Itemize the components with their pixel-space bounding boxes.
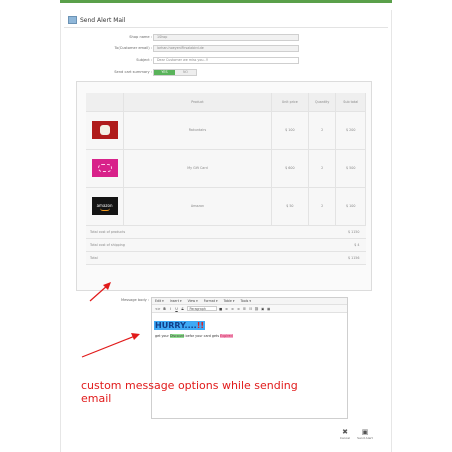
total-value: $ 1156: [335, 251, 366, 265]
underline-button[interactable]: U: [175, 307, 179, 311]
italic-button[interactable]: I: [169, 307, 173, 311]
menu-insert[interactable]: Insert ▾: [170, 299, 182, 303]
align-center-icon[interactable]: ≡: [231, 307, 235, 311]
image-icon[interactable]: ▣: [261, 307, 265, 311]
col-subtotal: Sub total: [335, 93, 366, 112]
bold-button[interactable]: B: [163, 307, 167, 311]
subject-field[interactable]: Dear Customer we miss you..!!: [153, 57, 299, 64]
save-icon: ▣: [361, 428, 369, 436]
send-alert-button[interactable]: ▣ Send Alert: [356, 428, 374, 443]
format-select[interactable]: Paragraph: [186, 306, 217, 311]
subtotal: $ 200: [335, 111, 366, 150]
table-row: My Gift Card $ 600 2 $ 500: [86, 149, 366, 188]
quantity: 2: [308, 111, 337, 150]
text-color-icon[interactable]: ■: [219, 307, 223, 311]
toggle-no[interactable]: NO: [175, 70, 196, 75]
link-icon[interactable]: ⛓: [255, 307, 259, 311]
align-right-icon[interactable]: ≡: [237, 307, 241, 311]
shop-name-label: Shop name :: [129, 35, 152, 39]
bullet-list-icon[interactable]: ☰: [243, 307, 247, 311]
total-row: Total cost of products $ 1150: [86, 225, 366, 239]
total-value: $ 1150: [335, 225, 366, 239]
annotation-arrow-right: [81, 333, 140, 358]
pink-gift-card-image: [91, 159, 118, 177]
menu-tools[interactable]: Tools ▾: [240, 299, 250, 303]
subtotal: $ 100: [335, 187, 366, 226]
total-label: Total cost of shipping: [86, 238, 336, 252]
subtotal: $ 500: [335, 149, 366, 188]
annotation-arrow-up: [89, 282, 111, 302]
editor-menubar: Edit ▾ Insert ▾ View ▾ Format ▾ Table ▾ …: [152, 298, 347, 305]
message-body-text: get your Discount befor your card gets E…: [155, 334, 233, 338]
menu-table[interactable]: Table ▾: [224, 299, 235, 303]
product-name: Amazon: [123, 187, 272, 226]
page-title: Send Alert Mail: [80, 16, 126, 24]
table-row: amazon Amazon $ 50 2 $ 100: [86, 187, 366, 226]
table-row: Rakuntairs $ 100 2 $ 200: [86, 111, 366, 150]
send-cart-summary-row: Send cart summary : YES NO: [60, 69, 380, 77]
numbered-list-icon[interactable]: ☷: [249, 307, 253, 311]
editor-toolbar: <> B I U S Paragraph ■ ≡ ≡ ≡ ☰ ☷ ⛓ ▣ ▦: [152, 305, 347, 313]
amazon-gift-card-image: amazon: [91, 197, 118, 215]
unit-price: $ 600: [271, 149, 309, 188]
cart-table: Product Unit price Quantity Sub total Ra…: [86, 93, 366, 265]
to-email-label: To(Customer email) :: [114, 46, 152, 50]
cancel-label: Cancel: [339, 436, 351, 440]
product-name: My Gift Card: [123, 149, 272, 188]
message-heading: HURRY....!!: [154, 321, 205, 330]
unit-price: $ 50: [271, 187, 309, 226]
unit-price: $ 100: [271, 111, 309, 150]
menu-edit[interactable]: Edit ▾: [155, 299, 164, 303]
product-name: Rakuntairs: [123, 111, 272, 150]
total-label: Total cost of products: [86, 225, 336, 239]
shop-name-field[interactable]: 1Shop: [153, 34, 299, 41]
close-icon: ✖: [342, 428, 348, 436]
quantity: 2: [308, 149, 337, 188]
subject-row: Subject : Dear Customer we miss you..!!: [60, 57, 380, 65]
annotation-callout: custom message options while sending ema…: [81, 379, 298, 405]
toggle-yes[interactable]: YES: [154, 70, 175, 75]
mail-icon: [68, 16, 77, 24]
total-row: Total $ 1156: [86, 251, 366, 265]
send-alert-label: Send Alert: [357, 436, 373, 440]
puppy-gift-card-image: [91, 121, 118, 139]
col-image: [86, 93, 125, 112]
col-product: Product: [123, 93, 272, 112]
menu-view[interactable]: View ▾: [188, 299, 198, 303]
send-cart-summary-toggle[interactable]: YES NO: [153, 69, 197, 76]
subject-label: Subject :: [136, 58, 152, 62]
to-email-field[interactable]: lorhan.hoeyenlFirsalabird.de: [153, 45, 299, 52]
total-value: $ 4: [335, 238, 366, 252]
col-quantity: Quantity: [308, 93, 337, 112]
top-accent-bar: [60, 0, 392, 3]
strikethrough-button[interactable]: S: [181, 307, 185, 311]
panel-header: Send Alert Mail: [68, 14, 125, 26]
shop-name-row: Shop name : 1Shop: [60, 34, 380, 42]
col-unit-price: Unit price: [271, 93, 309, 112]
quantity: 2: [308, 187, 337, 226]
to-email-row: To(Customer email) : lorhan.hoeyenlFirsa…: [60, 45, 380, 53]
send-cart-summary-label: Send cart summary :: [114, 70, 152, 74]
header-divider: [64, 27, 388, 28]
source-code-button[interactable]: <>: [155, 307, 161, 311]
message-body-label: Message body :: [121, 298, 150, 302]
cancel-button[interactable]: ✖ Cancel: [336, 428, 354, 443]
table-icon[interactable]: ▦: [267, 307, 271, 311]
total-row: Total cost of shipping $ 4: [86, 238, 366, 252]
align-left-icon[interactable]: ≡: [225, 307, 229, 311]
menu-format[interactable]: Format ▾: [204, 299, 218, 303]
total-label: Total: [86, 251, 336, 265]
